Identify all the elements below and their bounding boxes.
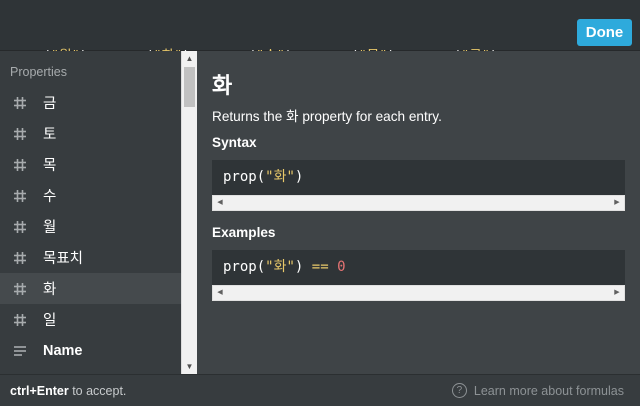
example-horizontal-scrollbar[interactable]: ◀ ▶ [212, 285, 625, 301]
syntax-code-block: prop("화") [212, 160, 625, 195]
sidebar-item-label: 목 [43, 158, 57, 174]
sidebar-item-label: 금 [43, 96, 57, 112]
syntax-token: "화" [265, 169, 295, 185]
example-token: ) [294, 259, 312, 275]
sidebar-item-property[interactable]: 토 [0, 118, 181, 149]
hash-icon [13, 313, 27, 327]
sidebar-item-label: 월 [43, 220, 57, 236]
sidebar-item-label: 일 [43, 313, 57, 329]
syntax-token: prop( [223, 169, 266, 185]
properties-sidebar: Properties 금 토 목 수 월목표치화 일 Name [0, 51, 181, 374]
sidebar-item-label: 목표치 [43, 251, 84, 267]
hash-icon [13, 127, 27, 141]
sidebar-title: Properties [10, 65, 67, 79]
learn-more-link[interactable]: ? Learn more about formulas [451, 383, 624, 398]
example-token: "화" [265, 259, 295, 275]
accept-hint: ctrl+Enter to accept. [10, 384, 126, 398]
example-code-block: prop("화") == 0 [212, 250, 625, 285]
accept-shortcut: ctrl+Enter [10, 384, 69, 398]
sidebar-item-property[interactable]: 목표치 [0, 242, 181, 273]
syntax-heading: Syntax [212, 135, 257, 150]
text-icon [13, 344, 27, 358]
help-circle-icon: ? [451, 383, 467, 398]
hash-icon [13, 96, 27, 110]
accept-hint-text: to accept. [68, 384, 127, 398]
scrollbar-thumb[interactable] [184, 67, 195, 107]
sidebar-scrollbar[interactable]: ▲ ▼ [181, 51, 197, 374]
example-token [329, 259, 337, 275]
formula-editor[interactable]: prop("월") + prop("화") + prop("수") + prop… [0, 0, 640, 127]
scroll-up-arrow-icon[interactable]: ▲ [182, 51, 197, 66]
sidebar-item-property[interactable]: 목 [0, 149, 181, 180]
sidebar-item-property[interactable]: 월 [0, 211, 181, 242]
sidebar-item-property[interactable]: Name [0, 335, 181, 366]
sidebar-item-property[interactable]: 일 [0, 304, 181, 335]
sidebar-item-property[interactable]: 금 [0, 87, 181, 118]
hash-icon [13, 251, 27, 265]
example-token: prop( [223, 259, 266, 275]
sidebar-item-label: Name [43, 342, 83, 359]
sidebar-item-label: 화 [43, 282, 57, 298]
example-token: == [311, 259, 329, 275]
example-token: 0 [337, 259, 346, 275]
scroll-right-arrow-icon[interactable]: ▶ [610, 196, 624, 210]
learn-more-label: Learn more about formulas [473, 383, 624, 398]
sidebar-item-property[interactable]: 수 [0, 180, 181, 211]
sidebar-item-label: 수 [43, 189, 57, 205]
property-detail-panel: 화 Returns the 화 property for each entry.… [197, 51, 640, 374]
sidebar-item-property[interactable]: 화 [0, 273, 181, 304]
sidebar-item-label: 토 [43, 127, 57, 143]
scroll-left-arrow-icon[interactable]: ◀ [213, 196, 227, 210]
footer-bar: ctrl+Enter to accept. ? Learn more about… [0, 374, 640, 406]
hash-icon [13, 158, 27, 172]
scroll-right-arrow-icon[interactable]: ▶ [610, 286, 624, 300]
hash-icon [13, 282, 27, 296]
hash-icon [13, 220, 27, 234]
detail-title: 화 [212, 73, 233, 98]
done-button[interactable]: Done [577, 19, 632, 46]
scroll-left-arrow-icon[interactable]: ◀ [213, 286, 227, 300]
examples-heading: Examples [212, 225, 276, 240]
property-list: 금 토 목 수 월목표치화 일 Name [0, 87, 181, 366]
syntax-token: ) [294, 169, 304, 185]
scroll-down-arrow-icon[interactable]: ▼ [182, 359, 197, 374]
hash-icon [13, 189, 27, 203]
detail-description: Returns the 화 property for each entry. [212, 109, 442, 124]
syntax-horizontal-scrollbar[interactable]: ◀ ▶ [212, 195, 625, 211]
